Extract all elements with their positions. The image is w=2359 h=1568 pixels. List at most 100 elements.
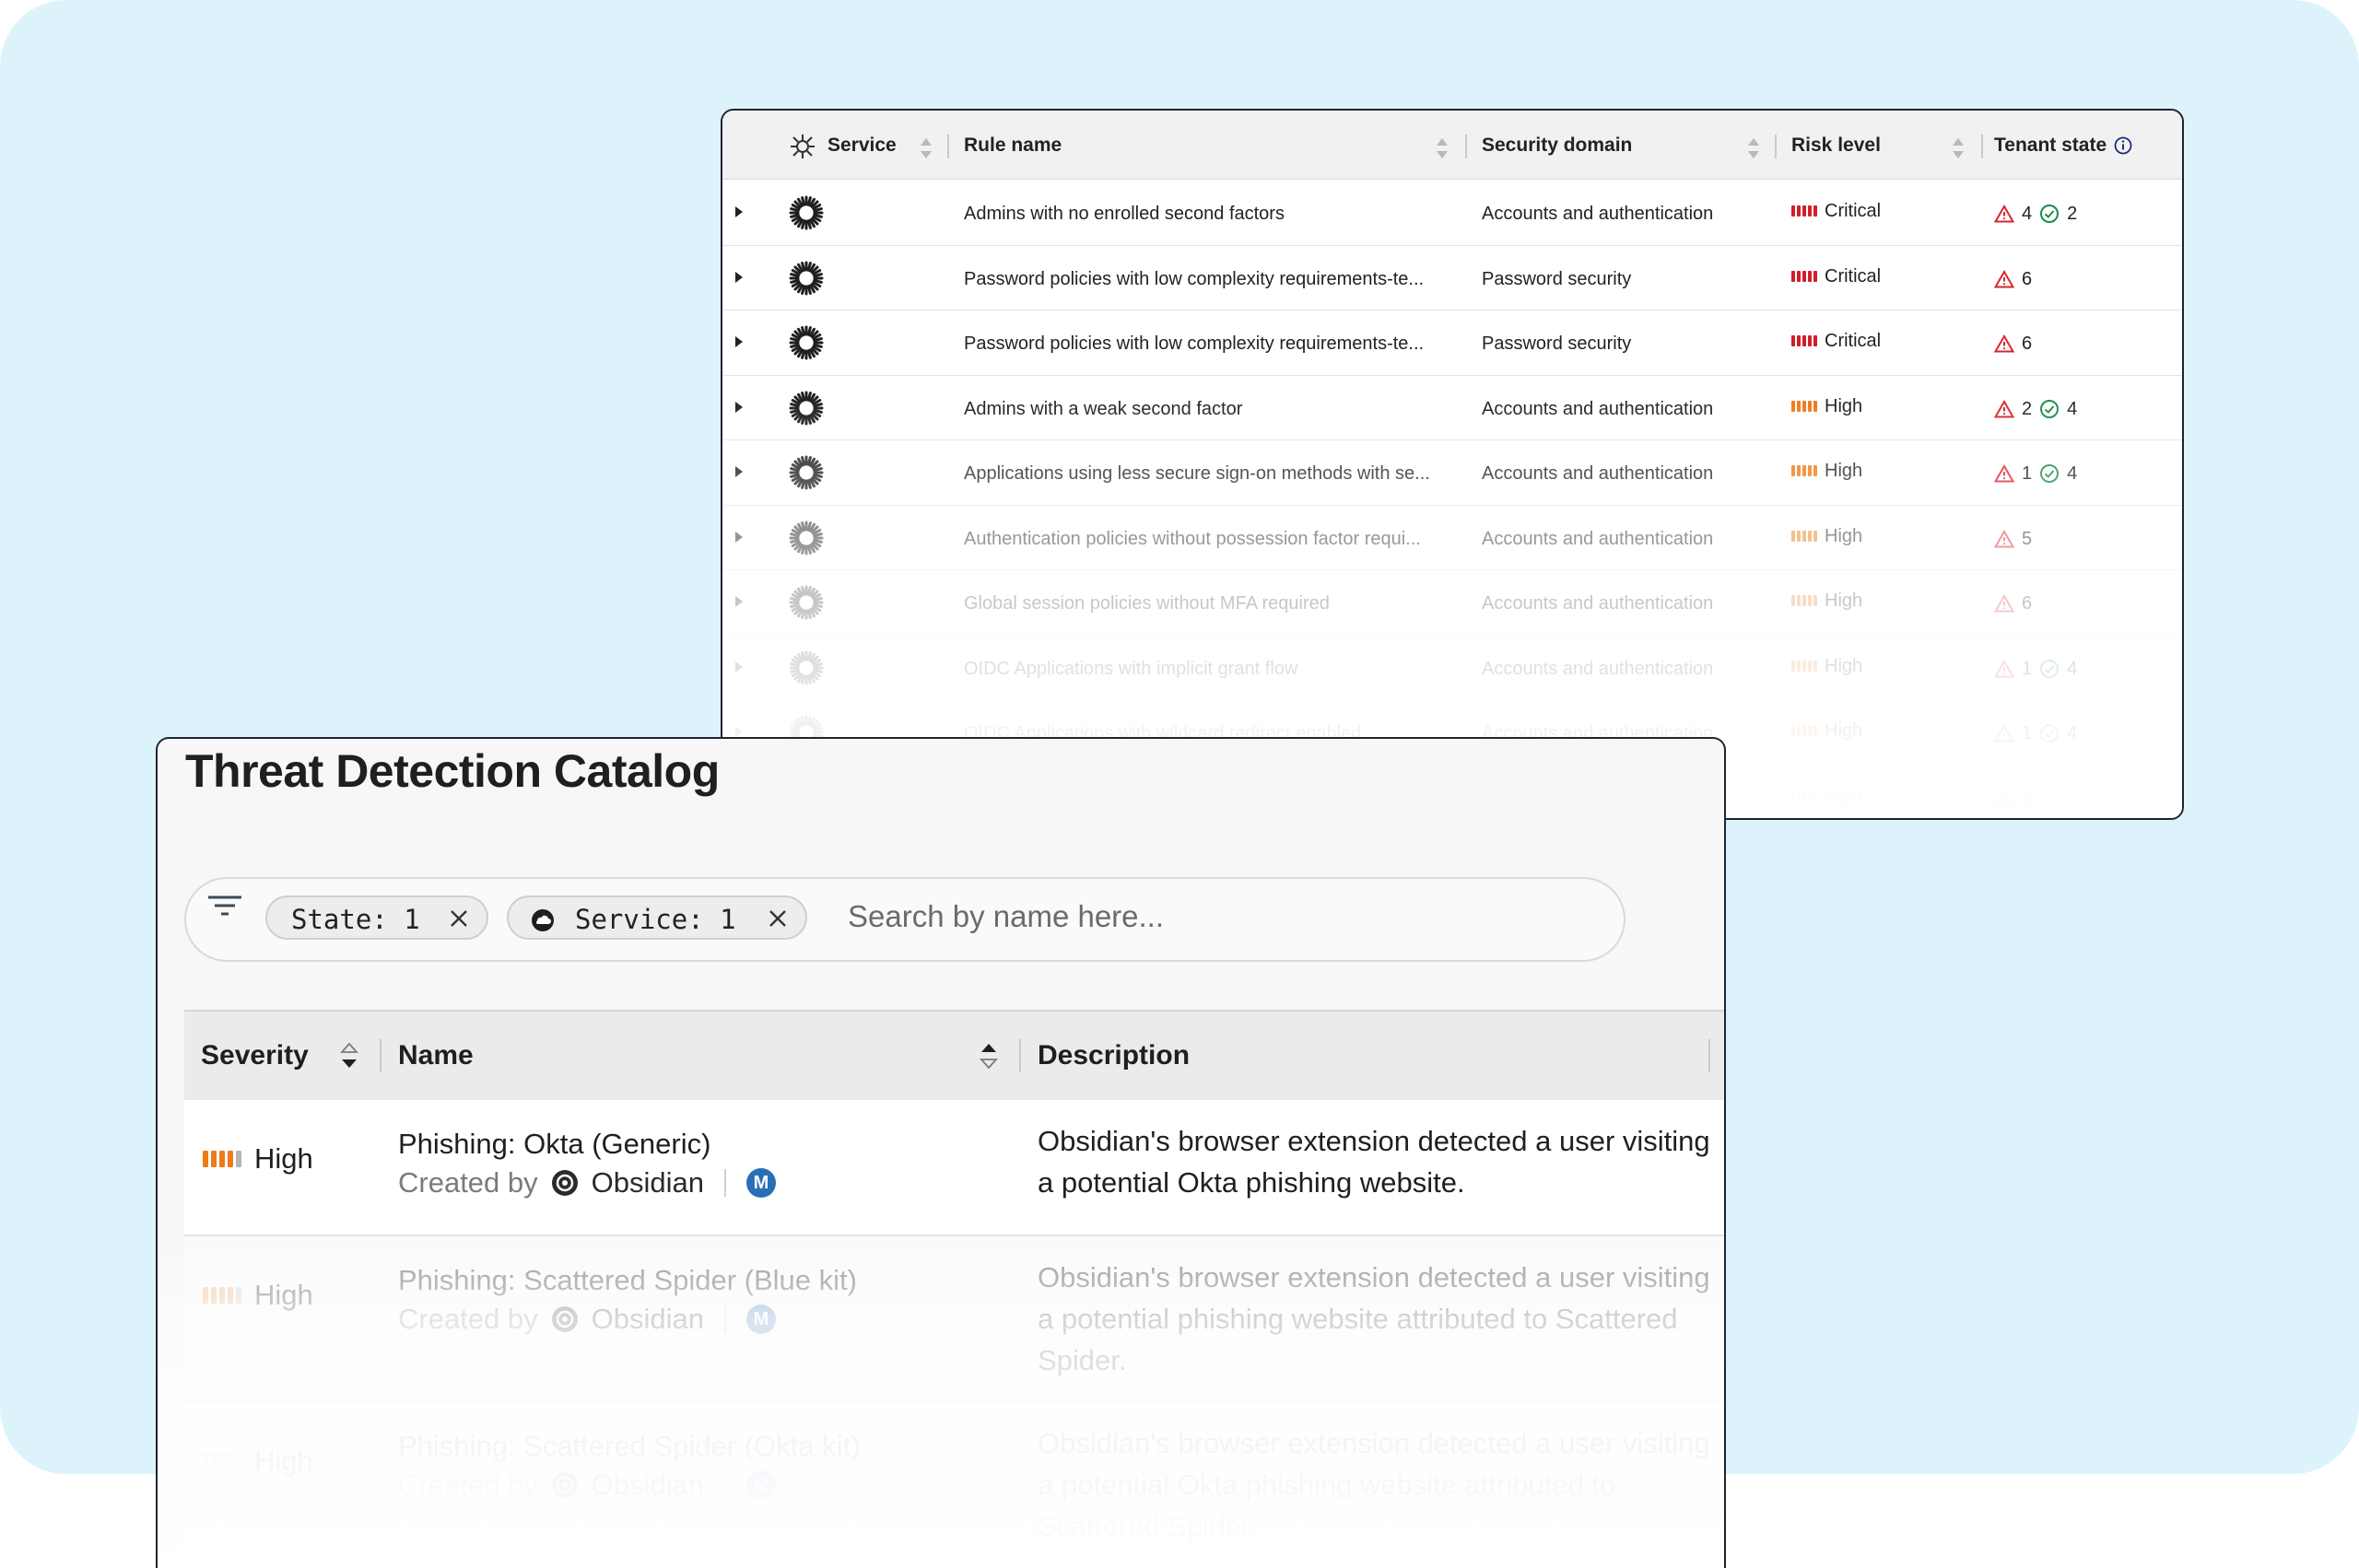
search-input[interactable]: Search by name here...	[848, 899, 1164, 934]
column-divider	[1465, 135, 1467, 158]
severity-bars-icon	[203, 1151, 241, 1167]
header-name[interactable]: Name	[398, 1012, 474, 1100]
column-divider	[1708, 1039, 1710, 1072]
risk-label: Critical	[1825, 331, 1882, 351]
okta-sunburst-icon	[789, 650, 824, 685]
table-row[interactable]: Admins with no enrolled second factors Ac…	[722, 181, 2182, 246]
column-divider	[1981, 135, 1983, 158]
info-icon[interactable]	[2114, 136, 2132, 155]
header-rule-name[interactable]: Rule name	[964, 111, 1062, 179]
divider	[724, 1169, 726, 1197]
rule-name[interactable]: Password policies with low complexity re…	[964, 310, 1424, 377]
warning-triangle-icon	[1994, 464, 2014, 483]
table-row[interactable]: High Phishing: Scattered Spider (Okta kit…	[184, 1402, 1724, 1568]
threat-catalog-card: Threat Detection Catalog State: 1 Servic…	[156, 737, 1726, 1568]
divider	[724, 1305, 726, 1333]
expand-caret-icon[interactable]	[735, 531, 743, 543]
header-risk-level[interactable]: Risk level	[1791, 111, 1881, 179]
risk-level: High	[1791, 766, 1862, 819]
expand-caret-icon[interactable]	[735, 726, 743, 737]
table-row[interactable]: Global session policies without MFA requ…	[722, 570, 2182, 636]
sort-icon[interactable]	[979, 1039, 999, 1072]
sort-icon[interactable]	[1436, 138, 1449, 158]
creator-org: Obsidian	[591, 1303, 704, 1335]
alert-count: 1	[2022, 658, 2033, 679]
created-by-label: Created by	[398, 1303, 538, 1335]
expand-caret-icon[interactable]	[735, 466, 743, 477]
state-filter-chip[interactable]: State: 1	[265, 895, 488, 940]
risk-label: High	[1825, 395, 1863, 416]
table-row[interactable]: Password policies with low complexity re…	[722, 310, 2182, 376]
risk-bars-icon	[1791, 660, 1817, 672]
severity: High	[203, 1279, 313, 1312]
expand-caret-icon[interactable]	[735, 271, 743, 283]
severity-label: High	[254, 1279, 313, 1311]
warning-triangle-icon	[1994, 594, 2014, 613]
sort-icon[interactable]	[1747, 138, 1760, 158]
table-row[interactable]: Admins with a weak second factor Accounts…	[722, 376, 2182, 442]
table-row[interactable]: High Phishing: Scattered Spider (Blue kit…	[184, 1236, 1724, 1402]
detection-description: Obsidian's browser extension detected a …	[1038, 1261, 1710, 1376]
check-circle-icon	[2040, 659, 2060, 678]
header-service[interactable]: Service	[827, 111, 897, 179]
expand-caret-icon[interactable]	[735, 336, 743, 347]
table-row[interactable]: High Phishing: Okta (Generic) Created by Ob…	[184, 1100, 1724, 1236]
detection-name[interactable]: Phishing: Okta (Generic)	[398, 1128, 710, 1161]
close-icon[interactable]	[450, 909, 468, 928]
risk-label: Critical	[1825, 265, 1882, 287]
tenant-state: 6	[1994, 766, 2033, 819]
okta-sunburst-icon	[789, 391, 824, 426]
expand-caret-icon[interactable]	[735, 596, 743, 607]
expand-caret-icon[interactable]	[735, 661, 743, 673]
created-by: Created by Obsidian M	[398, 1469, 776, 1502]
divider	[724, 1471, 726, 1499]
warning-triangle-icon	[1994, 789, 2014, 807]
expand-caret-icon[interactable]	[735, 401, 743, 413]
okta-sunburst-icon	[789, 325, 824, 360]
rule-name[interactable]: OIDC Applications with implicit grant fl…	[964, 636, 1297, 702]
warning-triangle-icon	[1994, 205, 2014, 223]
table-row[interactable]: Applications using less secure sign-on m…	[722, 440, 2182, 506]
catalog-table-header: Severity Name Description	[184, 1010, 1724, 1102]
rule-name[interactable]: Authentication policies without possessi…	[964, 506, 1421, 572]
rule-name[interactable]: Applications using less secure sign-on m…	[964, 440, 1430, 507]
rules-table-body: Admins with no enrolled second factors Ac…	[722, 181, 2182, 819]
risk-level: High	[1791, 700, 1862, 761]
tenant-state: 6	[1994, 570, 2032, 637]
table-row[interactable]: Password policies with low complexity re…	[722, 246, 2182, 312]
column-divider	[380, 1039, 381, 1072]
rules-table-card: Service Rule name Security domain Risk l…	[721, 109, 2184, 820]
rule-name[interactable]: Admins with no enrolled second factors	[964, 181, 1285, 247]
table-row[interactable]: Authentication policies without possessi…	[722, 506, 2182, 572]
detection-name[interactable]: Phishing: Scattered Spider (Blue kit)	[398, 1264, 857, 1297]
check-circle-icon	[2040, 464, 2060, 483]
sort-icon[interactable]	[339, 1039, 359, 1072]
header-tenant-state[interactable]: Tenant state	[1994, 111, 2107, 179]
filter-icon[interactable]	[206, 892, 243, 925]
rule-name[interactable]: Admins with a weak second factor	[964, 376, 1242, 442]
severity: High	[203, 1445, 313, 1478]
detection-name[interactable]: Phishing: Scattered Spider (Okta kit)	[398, 1430, 860, 1463]
alert-count: 6	[2022, 788, 2033, 809]
sort-icon[interactable]	[920, 138, 933, 158]
risk-bars-icon	[1791, 400, 1817, 412]
check-circle-icon	[2040, 205, 2060, 223]
service-filter-chip[interactable]: Service: 1	[507, 895, 807, 940]
managed-badge: M	[746, 1305, 776, 1334]
ok-count: 4	[2067, 723, 2078, 743]
risk-bars-icon	[1791, 335, 1817, 346]
sort-icon[interactable]	[1952, 138, 1965, 158]
rule-name[interactable]: Global session policies without MFA requ…	[964, 570, 1330, 637]
header-description[interactable]: Description	[1038, 1012, 1190, 1100]
security-domain: Accounts and authentication	[1482, 463, 1714, 484]
alert-count: 1	[2022, 723, 2033, 743]
warning-triangle-icon	[1994, 529, 2014, 547]
alert-count: 4	[2022, 204, 2033, 224]
close-icon[interactable]	[769, 909, 787, 928]
header-security-domain[interactable]: Security domain	[1482, 111, 1632, 179]
header-severity[interactable]: Severity	[201, 1012, 309, 1100]
service-filter-label: Service: 1	[575, 904, 736, 935]
rule-name[interactable]: Password policies with low complexity re…	[964, 246, 1424, 312]
expand-caret-icon[interactable]	[735, 206, 743, 217]
table-row[interactable]: OIDC Applications with implicit grant fl…	[722, 636, 2182, 702]
